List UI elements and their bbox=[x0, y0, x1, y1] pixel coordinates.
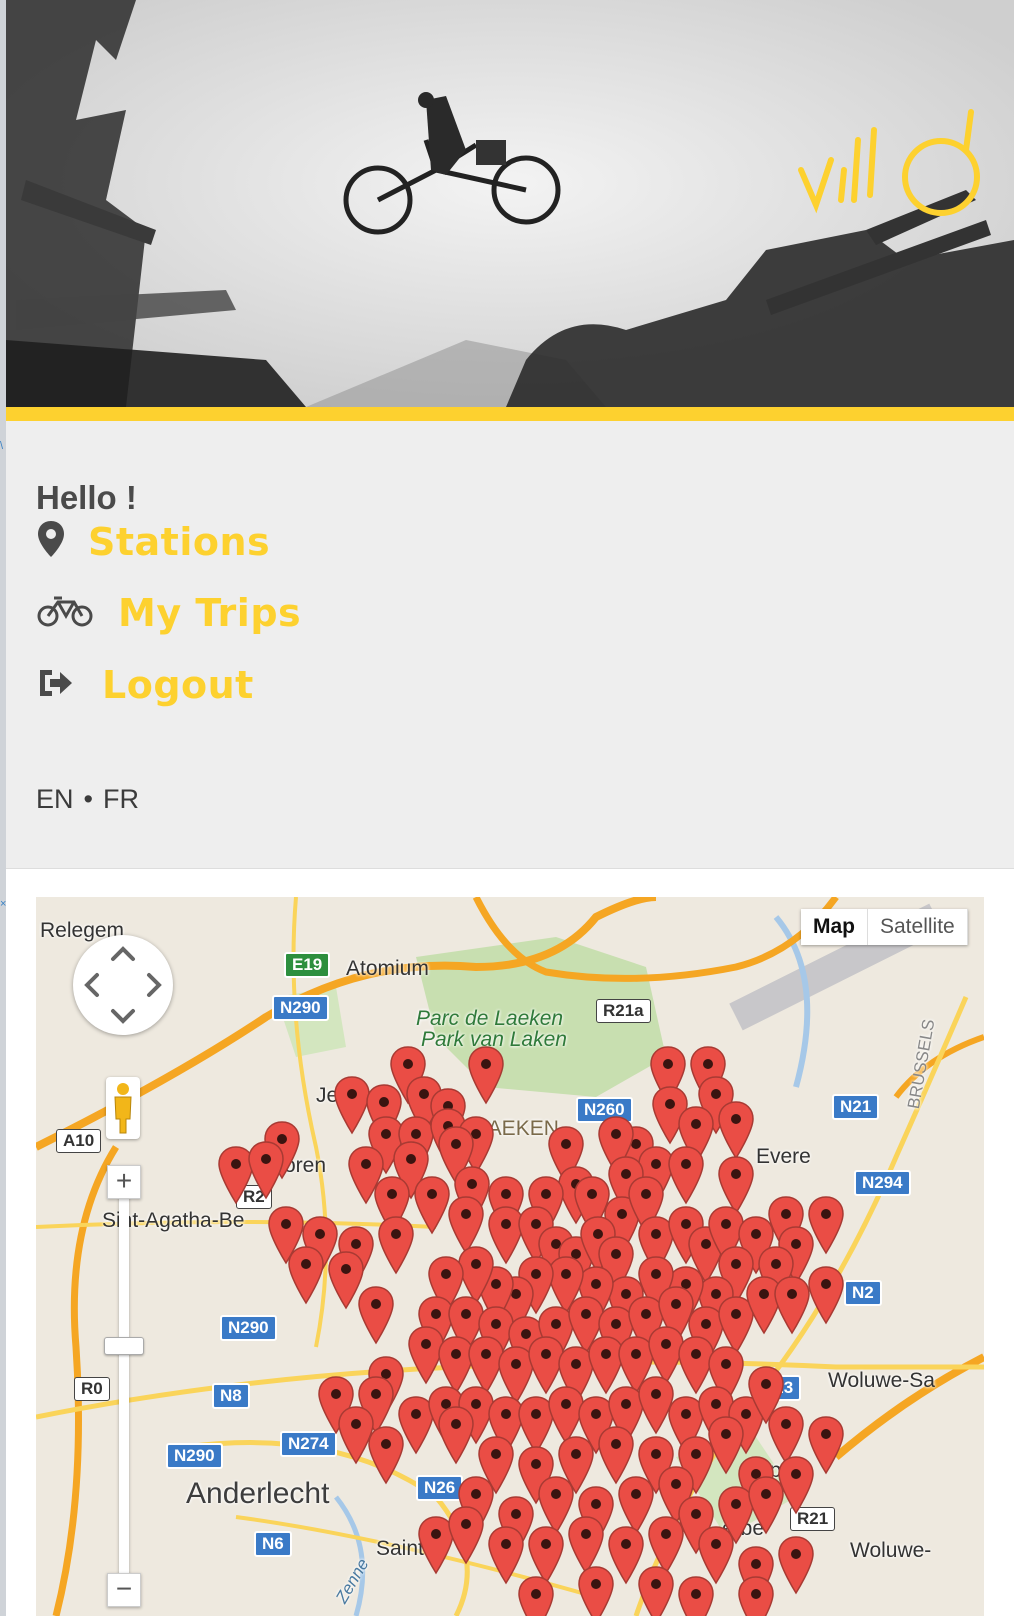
nav-stations-label: Stations bbox=[88, 519, 271, 564]
greeting: Hello ! bbox=[36, 479, 137, 516]
station-marker[interactable] bbox=[368, 1426, 404, 1485]
station-marker[interactable] bbox=[448, 1506, 484, 1565]
bicycle-icon bbox=[36, 594, 118, 633]
station-marker[interactable] bbox=[748, 1476, 784, 1535]
station-marker[interactable] bbox=[528, 1526, 564, 1585]
station-marker[interactable] bbox=[248, 1141, 284, 1200]
station-marker[interactable] bbox=[378, 1216, 414, 1275]
pan-control[interactable] bbox=[73, 935, 173, 1035]
station-marker[interactable] bbox=[774, 1276, 810, 1335]
station-marker[interactable] bbox=[518, 1396, 554, 1455]
station-marker[interactable] bbox=[778, 1536, 814, 1595]
app-frame: Hello ! Stations My Trips Logout EN • FR bbox=[6, 0, 1014, 1616]
station-marker[interactable] bbox=[418, 1516, 454, 1575]
station-marker[interactable] bbox=[518, 1576, 554, 1616]
nav-panel: Hello ! Stations My Trips Logout EN • FR bbox=[6, 421, 1014, 869]
station-marker[interactable] bbox=[738, 1576, 774, 1616]
station-marker[interactable] bbox=[746, 1276, 782, 1335]
station-marker[interactable] bbox=[468, 1046, 504, 1105]
nav-logout-label: Logout bbox=[102, 663, 254, 707]
stations-map[interactable]: Relegem Atomium Parc de Laeken Park van … bbox=[36, 897, 984, 1616]
station-marker[interactable] bbox=[718, 1296, 754, 1355]
station-marker[interactable] bbox=[808, 1266, 844, 1325]
station-marker[interactable] bbox=[708, 1416, 744, 1475]
station-marker[interactable] bbox=[638, 1376, 674, 1435]
pan-right-icon bbox=[147, 973, 162, 997]
station-markers bbox=[218, 1046, 844, 1616]
station-marker[interactable] bbox=[678, 1336, 714, 1395]
station-marker[interactable] bbox=[808, 1416, 844, 1475]
station-marker[interactable] bbox=[648, 1516, 684, 1575]
station-marker[interactable] bbox=[538, 1476, 574, 1535]
station-marker[interactable] bbox=[438, 1336, 474, 1395]
street-view-pegman-icon[interactable] bbox=[106, 1077, 140, 1139]
station-marker[interactable] bbox=[588, 1336, 624, 1395]
station-marker[interactable] bbox=[578, 1566, 614, 1616]
lang-fr[interactable]: FR bbox=[103, 784, 139, 814]
station-marker[interactable] bbox=[598, 1426, 634, 1485]
pan-up-icon bbox=[111, 946, 135, 961]
station-marker[interactable] bbox=[668, 1146, 704, 1205]
station-marker[interactable] bbox=[568, 1516, 604, 1575]
zoom-slider-handle[interactable] bbox=[104, 1337, 144, 1355]
pan-down-icon bbox=[111, 1009, 135, 1024]
station-marker[interactable] bbox=[778, 1456, 814, 1515]
zoom-in-button[interactable]: + bbox=[107, 1165, 141, 1199]
station-marker[interactable] bbox=[438, 1406, 474, 1465]
lang-en[interactable]: EN bbox=[36, 784, 74, 814]
station-marker[interactable] bbox=[618, 1476, 654, 1535]
zoom-track[interactable] bbox=[119, 1172, 129, 1602]
station-marker[interactable] bbox=[338, 1406, 374, 1465]
nav-stations[interactable]: Stations bbox=[36, 519, 270, 564]
station-marker[interactable] bbox=[448, 1196, 484, 1255]
header-banner bbox=[6, 0, 1014, 407]
station-marker[interactable] bbox=[498, 1346, 534, 1405]
station-marker[interactable] bbox=[678, 1576, 714, 1616]
map-marker-icon bbox=[36, 519, 88, 564]
edge-mark: \ bbox=[0, 440, 4, 452]
map-type-control: Map Satellite bbox=[801, 909, 968, 945]
station-marker[interactable] bbox=[488, 1526, 524, 1585]
station-marker[interactable] bbox=[548, 1386, 584, 1445]
nav-logout[interactable]: Logout bbox=[36, 663, 254, 707]
station-marker[interactable] bbox=[334, 1076, 370, 1135]
station-marker[interactable] bbox=[648, 1326, 684, 1385]
station-marker[interactable] bbox=[718, 1156, 754, 1215]
station-marker[interactable] bbox=[328, 1251, 364, 1310]
lang-separator: • bbox=[83, 784, 93, 814]
station-marker[interactable] bbox=[218, 1146, 254, 1205]
map-type-map-button[interactable]: Map bbox=[801, 909, 868, 945]
zoom-out-button[interactable]: − bbox=[107, 1573, 141, 1607]
banner-photo bbox=[6, 0, 1014, 407]
station-marker[interactable] bbox=[638, 1566, 674, 1616]
language-switcher: EN • FR bbox=[36, 784, 139, 815]
station-marker[interactable] bbox=[698, 1526, 734, 1585]
station-marker[interactable] bbox=[608, 1526, 644, 1585]
station-marker[interactable] bbox=[358, 1286, 394, 1345]
station-marker[interactable] bbox=[468, 1336, 504, 1395]
station-marker[interactable] bbox=[408, 1326, 444, 1385]
nav-my-trips-label: My Trips bbox=[118, 591, 302, 635]
accent-bar bbox=[6, 407, 1014, 421]
station-marker[interactable] bbox=[414, 1176, 450, 1235]
station-marker[interactable] bbox=[398, 1396, 434, 1455]
logout-icon bbox=[36, 666, 102, 705]
station-marker[interactable] bbox=[768, 1406, 804, 1465]
station-marker[interactable] bbox=[808, 1196, 844, 1255]
nav-my-trips[interactable]: My Trips bbox=[36, 591, 301, 635]
station-marker[interactable] bbox=[718, 1101, 754, 1160]
station-marker[interactable] bbox=[288, 1246, 324, 1305]
station-marker[interactable] bbox=[528, 1336, 564, 1395]
pan-left-icon bbox=[84, 973, 99, 997]
station-marker[interactable] bbox=[488, 1206, 524, 1265]
map-type-satellite-button[interactable]: Satellite bbox=[868, 909, 968, 945]
